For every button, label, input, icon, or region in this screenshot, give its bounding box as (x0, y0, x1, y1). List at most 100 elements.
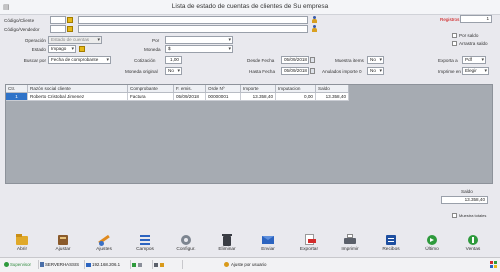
table-cell-comprobante[interactable]: Factura (128, 93, 174, 101)
configur-button[interactable]: Configur. (169, 233, 203, 255)
col-header-comprobante[interactable]: Comprobante (128, 85, 174, 93)
status-gray-icon (138, 262, 142, 267)
col-header-f-emis[interactable]: F. emis. (174, 85, 206, 93)
col-header-ctr[interactable]: Ctr. (6, 85, 28, 93)
status-server: SERVERHASSIS (38, 260, 85, 269)
cliente-label: Código/Cliente (4, 18, 35, 23)
col-header-imputacion[interactable]: Imputacion (276, 85, 316, 93)
anulados-select[interactable]: No (367, 67, 384, 75)
muestra-items-select[interactable]: No (367, 56, 384, 64)
anulados-label: Anulados importe 0 (322, 69, 362, 74)
table-cell-orde[interactable]: 00000001 (206, 93, 241, 101)
ajustes-button[interactable]: Ajustes (87, 233, 121, 255)
server-icon (40, 262, 44, 268)
vendedor-lookup-icon[interactable] (67, 26, 73, 32)
col-header-razon-social[interactable]: Razón social cliente (28, 85, 128, 93)
settings-icon (178, 233, 194, 246)
por-saldo-label: Por saldo (459, 33, 479, 38)
trash-icon (219, 233, 235, 246)
last-icon (424, 233, 440, 246)
status-indicators (130, 260, 153, 269)
operacion-select[interactable]: Estado de cuentas (48, 36, 102, 44)
saldo-total-value: 13.358,40 (441, 196, 488, 204)
vendedor-label: Código/Vendedor (4, 27, 40, 32)
estado-select[interactable]: Impago (48, 45, 76, 53)
cliente-lookup-icon[interactable] (67, 17, 73, 23)
table-cell-importe[interactable]: 13.358,40 (241, 93, 276, 101)
status-logo-icon (490, 261, 497, 268)
table-cell-saldo[interactable]: 13.358,40 (316, 93, 349, 101)
enviar-button[interactable]: Enviar (251, 233, 285, 255)
por-label: Por (152, 38, 160, 43)
receipt-icon (383, 233, 399, 246)
buscar-select[interactable]: Fecha de comprobante (48, 56, 111, 64)
cliente-person-icon[interactable] (311, 16, 318, 24)
estado-label: Estado (31, 47, 46, 52)
exporta-select[interactable]: Pdf (462, 56, 486, 64)
cliente-name-input[interactable] (78, 16, 308, 24)
muestra-totales-label: Muestra totales (459, 213, 487, 218)
user-icon (4, 262, 9, 268)
recibos-button[interactable]: Recibos (374, 233, 408, 255)
status-db-icon (154, 262, 158, 267)
estado-lookup-icon[interactable] (79, 46, 85, 52)
exportar-button[interactable]: Exportar (292, 233, 326, 255)
cliente-code-input[interactable] (50, 16, 66, 24)
table-cell-razon-social[interactable]: Roberto Cristobal Jimenez (28, 93, 128, 101)
info-icon (224, 262, 229, 268)
exporta-label: Exporta a (438, 58, 458, 63)
por-select[interactable] (165, 36, 233, 44)
fields-icon (137, 233, 153, 246)
ventas-button[interactable]: Ventas (456, 233, 490, 255)
buscar-label: Buscar por (23, 58, 46, 63)
col-header-importe[interactable]: Importe (241, 85, 276, 93)
muestra-totales-checkbox[interactable] (452, 213, 457, 218)
folder-icon (14, 233, 30, 246)
registros-label: Registros (440, 17, 460, 22)
por-saldo-checkbox[interactable] (452, 33, 457, 38)
printer-icon (342, 233, 358, 246)
vendedor-person-icon[interactable] (311, 25, 318, 33)
muestra-items-label: Muestra items (335, 58, 364, 63)
vendedor-name-input[interactable] (78, 25, 308, 33)
table-cell-imputacion[interactable]: 0,00 (276, 93, 316, 101)
desde-calendar-icon[interactable] (310, 57, 315, 63)
vendedor-code-input[interactable] (50, 25, 66, 33)
hasta-input[interactable]: 05/09/2018 (281, 67, 309, 75)
saldo-label: Saldo (461, 189, 473, 194)
imprimir-button[interactable]: Imprimir (333, 233, 367, 255)
tools-icon (96, 233, 112, 246)
ajustar-button[interactable]: Ajustar (46, 233, 80, 255)
sales-icon (465, 233, 481, 246)
status-ip: 192.168.206.1 (84, 260, 131, 269)
window-title: Lista de estado de cuentas de clientes d… (171, 3, 329, 10)
moneda-original-label: Moneda original (125, 69, 158, 74)
status-lock-icon (160, 262, 164, 267)
campos-button[interactable]: Campos (128, 233, 162, 255)
arrastra-saldo-checkbox[interactable] (452, 41, 457, 46)
operacion-label: Operación (24, 38, 46, 43)
cotizacion-input[interactable]: 1,00 (165, 56, 182, 64)
imprime-select[interactable]: Elegir (462, 67, 489, 75)
network-icon (86, 262, 91, 267)
abrir-button[interactable]: Abrir (5, 233, 39, 255)
moneda-label: Moneda (144, 47, 161, 52)
col-header-saldo[interactable]: Saldo (316, 85, 349, 93)
moneda-original-select[interactable]: No (165, 67, 182, 75)
registros-value: 1 (460, 15, 492, 23)
hasta-calendar-icon[interactable] (310, 68, 315, 74)
hasta-label: Hasta Fecha (249, 69, 276, 74)
ultimo-button[interactable]: Último (415, 233, 449, 255)
export-icon (301, 233, 317, 246)
table-cell-f-emis[interactable]: 05/09/2018 (174, 93, 206, 101)
eliminar-button[interactable]: Eliminar (210, 233, 244, 255)
desde-input[interactable]: 05/09/2018 (281, 56, 309, 64)
results-grid[interactable]: Ctr. Razón social cliente Comprobante F.… (5, 84, 493, 184)
desde-label: Desde Fecha (247, 58, 275, 63)
status-green-icon (132, 262, 136, 267)
col-header-orde[interactable]: Orde Nº (206, 85, 241, 93)
moneda-select[interactable]: $ (165, 45, 233, 53)
table-row-ctr[interactable]: 1 (6, 93, 28, 101)
imprime-label: Imprime en (438, 69, 461, 74)
status-ayuda: Ajuste por usuario (222, 260, 324, 269)
